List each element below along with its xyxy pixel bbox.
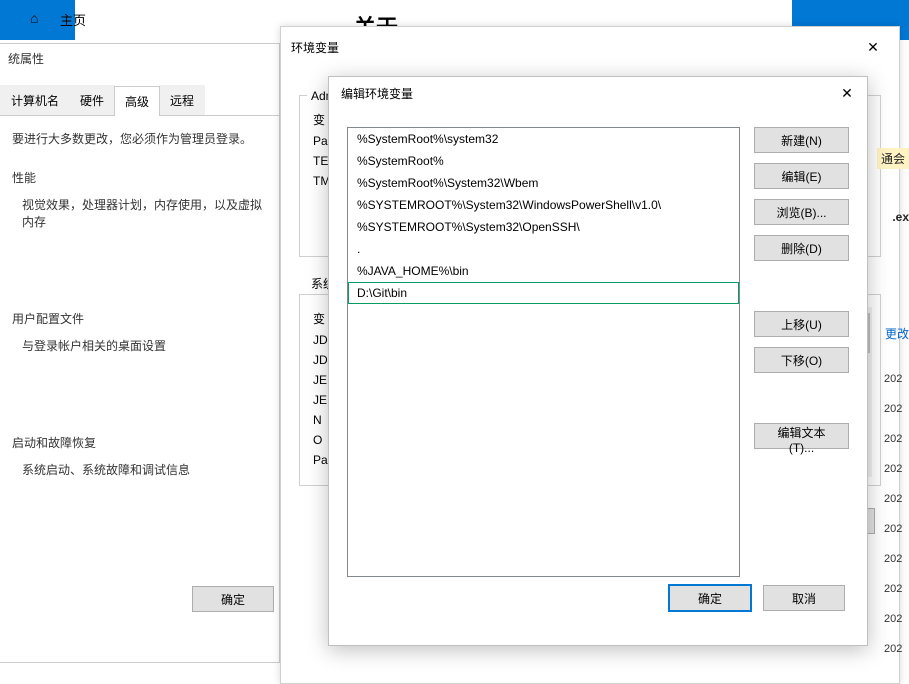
editdlg-title: 编辑环境变量 [341,85,413,102]
editdlg-ok-button[interactable]: 确定 [669,585,751,611]
right-list-item: 202 [884,433,909,445]
move-up-button[interactable]: 上移(U) [754,311,849,337]
right-list-item: 202 [884,583,909,595]
startup-desc: 系统启动、系统故障和调试信息 [22,461,267,478]
home-label[interactable]: 主页 [60,10,86,29]
right-list-item: 202 [884,403,909,415]
new-button[interactable]: 新建(N) [754,127,849,153]
envparent-title: 环境变量 [291,39,339,56]
path-list-item[interactable]: %SystemRoot%\System32\Wbem [348,172,739,194]
browse-button[interactable]: 浏览(B)... [754,199,849,225]
path-list-item[interactable]: %SYSTEMROOT%\System32\WindowsPowerShell\… [348,194,739,216]
path-list-item[interactable]: D:\Git\bin [348,282,739,304]
right-list-item: 202 [884,523,909,535]
right-list-item: 202 [884,613,909,625]
profile-desc: 与登录帐户相关的桌面设置 [22,337,267,354]
tab-hardware[interactable]: 硬件 [69,85,115,115]
frag-change-link[interactable]: 更改 [885,325,909,342]
home-icon[interactable]: ⌂ [30,10,38,26]
system-properties-dialog: 统属性 计算机名 硬件 高级 远程 要进行大多数更改，您必须作为管理员登录。 性… [0,43,280,663]
tab-strip: 计算机名 硬件 高级 远程 [0,85,279,116]
frag-badge: 通会 [877,148,909,169]
startup-title: 启动和故障恢复 [12,434,267,451]
edit-text-button[interactable]: 编辑文本(T)... [754,423,849,449]
right-list-item: 202 [884,463,909,475]
tab-remote[interactable]: 远程 [159,85,205,115]
dialog-title: 统属性 [0,44,279,73]
delete-button[interactable]: 删除(D) [754,235,849,261]
close-icon[interactable]: ✕ [857,35,889,59]
close-icon[interactable]: ✕ [831,81,863,105]
path-list-item[interactable]: %SYSTEMROOT%\System32\OpenSSH\ [348,216,739,238]
path-list-item[interactable]: %JAVA_HOME%\bin [348,260,739,282]
right-list-fragment: 202 202 202 202 202 202 202 202 202 202 [884,355,909,673]
right-list-item: 202 [884,493,909,505]
sysprop-ok-button[interactable]: 确定 [192,586,274,612]
tab-advanced[interactable]: 高级 [114,86,160,116]
frag-ext: .ex [892,210,909,224]
admin-message: 要进行大多数更改，您必须作为管理员登录。 [12,130,267,147]
right-list-item: 202 [884,643,909,655]
editdlg-cancel-button[interactable]: 取消 [763,585,845,611]
edit-environment-variable-dialog: 编辑环境变量 ✕ %SystemRoot%\system32%SystemRoo… [328,76,868,646]
move-down-button[interactable]: 下移(O) [754,347,849,373]
path-list-item[interactable]: %SystemRoot% [348,150,739,172]
path-list-item[interactable]: %SystemRoot%\system32 [348,128,739,150]
path-list-item[interactable]: . [348,238,739,260]
performance-desc: 视觉效果，处理器计划，内存使用，以及虚拟内存 [22,196,267,230]
performance-title: 性能 [12,169,267,186]
tab-computer-name[interactable]: 计算机名 [0,85,70,115]
profile-title: 用户配置文件 [12,310,267,327]
path-list[interactable]: %SystemRoot%\system32%SystemRoot%%System… [347,127,740,577]
edit-button[interactable]: 编辑(E) [754,163,849,189]
right-list-item: 202 [884,373,909,385]
right-list-item: 202 [884,553,909,565]
